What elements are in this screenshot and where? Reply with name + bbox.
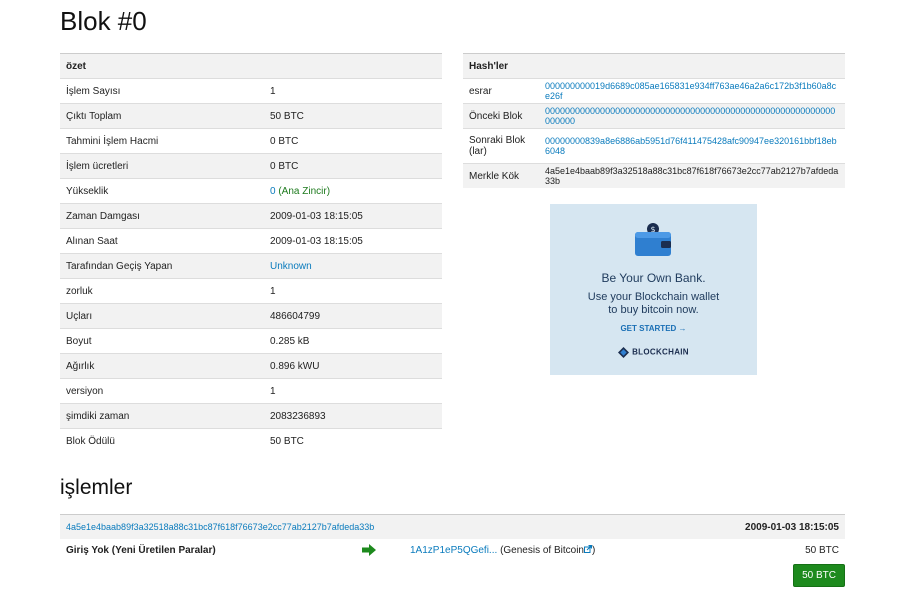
ad-body-line: Use your Blockchain wallet — [587, 291, 720, 303]
table-row: Tahmini İşlem Hacmi 0 BTC — [60, 128, 442, 154]
get-started-link[interactable]: GET STARTED → — [550, 324, 757, 333]
merkle-root-value: 4a5e1e4baab89f3a32518a88c31bc87f618f7667… — [539, 163, 845, 188]
table-row: Alınan Saat 2009-01-03 18:15:05 — [60, 228, 442, 254]
table-row: Çıktı Toplam 50 BTC — [60, 103, 442, 129]
row-label: Merkle Kök — [463, 163, 539, 188]
transaction-output: 1A1zP1eP5QGefi... (Genesis of Bitcoin) — [410, 545, 595, 556]
previous-block-link[interactable]: 0000000000000000000000000000000000000000… — [545, 106, 835, 126]
row-value: 2083236893 — [264, 403, 442, 429]
table-row: Yükseklik 0 (Ana Zincir) — [60, 178, 442, 204]
block-hash-link[interactable]: 000000000019d6689c085ae165831e934ff763ae… — [545, 81, 836, 101]
output-address-link[interactable]: 1A1zP1eP5QGefi... — [410, 545, 497, 556]
next-block-link[interactable]: 00000000839a8e6886ab5951d76f411475428afc… — [545, 136, 837, 156]
row-label: zorluk — [60, 278, 264, 304]
transaction-hash-link[interactable]: 4a5e1e4baab89f3a32518a88c31bc87f618f7667… — [66, 522, 374, 532]
transaction-header: 4a5e1e4baab89f3a32518a88c31bc87f618f7667… — [60, 514, 845, 539]
output-label-close: ) — [592, 545, 596, 556]
ad-body-line: to buy bitcoin now. — [608, 304, 699, 316]
row-value: 0 BTC — [264, 128, 442, 154]
row-label: Çıktı Toplam — [60, 103, 264, 129]
row-label: Blok Ödülü — [60, 428, 264, 453]
row-value: 50 BTC — [264, 428, 442, 453]
row-label: Yükseklik — [60, 178, 264, 204]
transaction-input: Giriş Yok (Yeni Üretilen Paralar) — [66, 545, 216, 556]
wallet-icon: $ — [635, 223, 671, 256]
table-row: Sonraki Blok (lar) 00000000839a8e6886ab59… — [463, 128, 845, 164]
blockchain-ad-banner[interactable]: $ Be Your Own Bank. Use your Blockchain … — [550, 204, 757, 375]
row-value: 2009-01-03 18:15:05 — [264, 228, 442, 254]
row-value: 0 (Ana Zincir) — [264, 178, 442, 204]
row-label: Sonraki Blok (lar) — [463, 128, 539, 164]
summary-table: özet İşlem Sayısı 1 Çıktı Toplam 50 BTC Ta… — [60, 53, 442, 453]
height-link[interactable]: 0 — [270, 186, 276, 197]
summary-header-row: özet — [60, 53, 442, 79]
row-label: Önceki Blok — [463, 103, 539, 129]
external-link-icon[interactable] — [584, 545, 592, 553]
row-value: 0000000000000000000000000000000000000000… — [539, 103, 845, 129]
table-row: versiyon 1 — [60, 378, 442, 404]
table-row: Ağırlık 0.896 kWU — [60, 353, 442, 379]
row-value: 0 BTC — [264, 153, 442, 179]
row-value: 50 BTC — [264, 103, 442, 129]
output-label: (Genesis of Bitcoin — [500, 545, 584, 556]
table-row: Merkle Kök 4a5e1e4baab89f3a32518a88c31bc8… — [463, 163, 845, 188]
ad-body: Use your Blockchain wallet to buy bitcoi… — [550, 291, 757, 317]
row-value: 1 — [264, 278, 442, 304]
output-amount: 50 BTC — [805, 545, 839, 556]
transaction-date: 2009-01-03 18:15:05 — [745, 521, 839, 533]
row-label: versiyon — [60, 378, 264, 404]
hashes-header-row: Hash'ler — [463, 53, 845, 79]
relayed-by-link[interactable]: Unknown — [270, 261, 312, 272]
blockchain-logo: BLOCKCHAIN — [550, 347, 757, 358]
hashes-table: Hash'ler esrar 000000000019d6689c085ae165… — [463, 53, 845, 188]
row-value: 000000000019d6689c085ae165831e934ff763ae… — [539, 78, 845, 104]
table-row: Zaman Damgası 2009-01-03 18:15:05 — [60, 203, 442, 229]
row-label: Zaman Damgası — [60, 203, 264, 229]
row-value: 486604799 — [264, 303, 442, 329]
row-label: Alınan Saat — [60, 228, 264, 254]
row-label: Uçları — [60, 303, 264, 329]
row-value: 2009-01-03 18:15:05 — [264, 203, 442, 229]
row-label: şimdiki zaman — [60, 403, 264, 429]
row-value: 0.896 kWU — [264, 353, 442, 379]
row-label: İşlem ücretleri — [60, 153, 264, 179]
transaction-io-row: Giriş Yok (Yeni Üretilen Paralar) 1A1zP1… — [60, 539, 845, 563]
table-row: zorluk 1 — [60, 278, 442, 304]
right-arrow-icon — [362, 544, 376, 556]
table-row: Tarafından Geçiş Yapan Unknown — [60, 253, 442, 279]
transaction-total-button[interactable]: 50 BTC — [793, 564, 845, 587]
page-title: Blok #0 — [60, 6, 147, 36]
transactions-heading: işlemler — [60, 476, 133, 499]
row-label: esrar — [463, 78, 539, 104]
table-row: İşlem ücretleri 0 BTC — [60, 153, 442, 179]
row-label: Tarafından Geçiş Yapan — [60, 253, 264, 279]
blockchain-brand-text: BLOCKCHAIN — [632, 347, 689, 357]
table-row: İşlem Sayısı 1 — [60, 78, 442, 104]
ad-headline: Be Your Own Bank. — [601, 271, 706, 285]
row-label: Boyut — [60, 328, 264, 354]
row-value: 1 — [264, 378, 442, 404]
table-row: Boyut 0.285 kB — [60, 328, 442, 354]
table-row: şimdiki zaman 2083236893 — [60, 403, 442, 429]
row-label: Tahmini İşlem Hacmi — [60, 128, 264, 154]
transaction-card: 4a5e1e4baab89f3a32518a88c31bc87f618f7667… — [60, 514, 845, 587]
table-row: Uçları 486604799 — [60, 303, 442, 329]
table-row: Önceki Blok 00000000000000000000000000000… — [463, 103, 845, 129]
row-label: İşlem Sayısı — [60, 78, 264, 104]
blockchain-logo-icon — [618, 347, 630, 358]
row-label: Ağırlık — [60, 353, 264, 379]
row-value: 00000000839a8e6886ab5951d76f411475428afc… — [539, 128, 845, 164]
main-chain-label: (Ana Zincir) — [278, 185, 331, 197]
row-value: 1 — [264, 78, 442, 104]
hashes-header: Hash'ler — [463, 53, 845, 79]
row-value: Unknown — [264, 253, 442, 279]
row-value: 0.285 kB — [264, 328, 442, 354]
table-row: esrar 000000000019d6689c085ae165831e934ff… — [463, 78, 845, 104]
summary-header: özet — [60, 53, 442, 79]
table-row: Blok Ödülü 50 BTC — [60, 428, 442, 453]
